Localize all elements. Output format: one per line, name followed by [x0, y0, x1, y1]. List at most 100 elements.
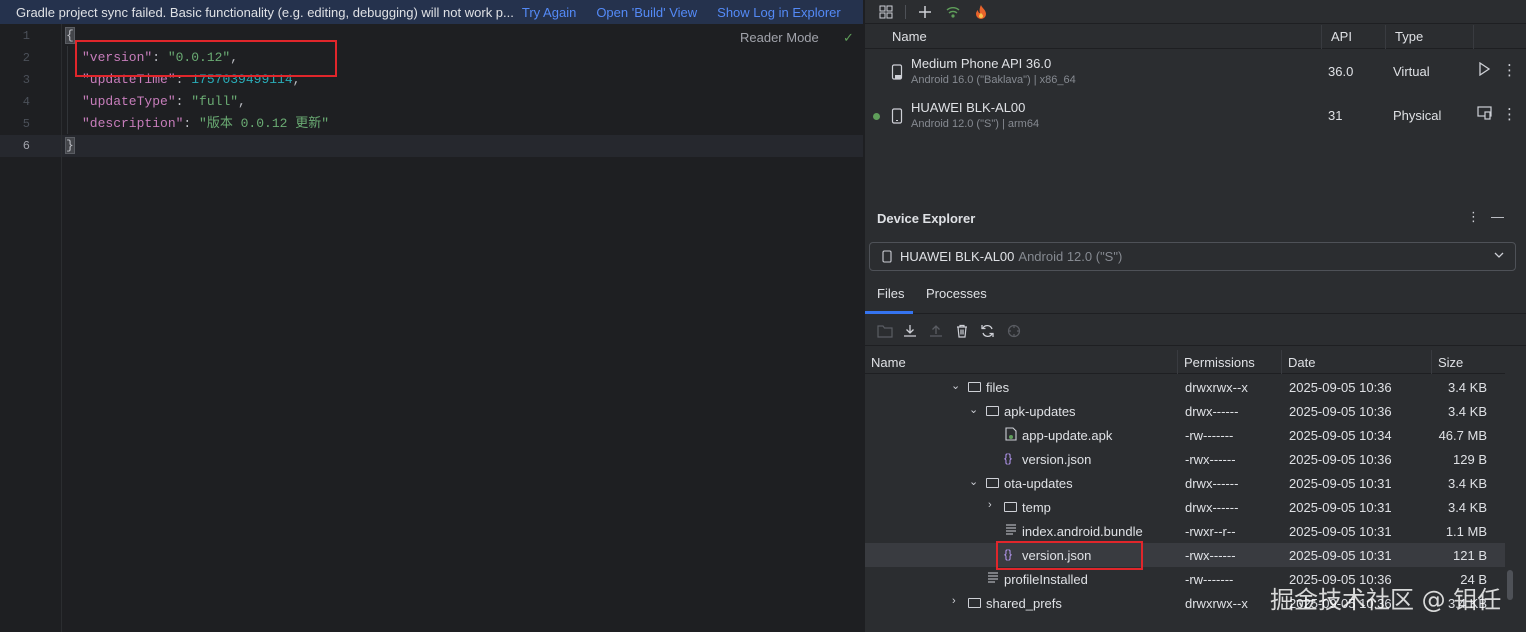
file-permissions: -rwx------: [1185, 548, 1236, 563]
tab-processes[interactable]: Processes: [926, 286, 987, 301]
col-date[interactable]: Date: [1288, 355, 1315, 370]
col-type[interactable]: Type: [1395, 29, 1423, 44]
file-name: shared_prefs: [986, 596, 1062, 611]
firebase-icon[interactable]: [972, 3, 990, 21]
device-details: Android 16.0 ("Baklava") | x86_64: [911, 74, 1076, 86]
try-again-link[interactable]: Try Again: [522, 5, 576, 20]
line-number: 4: [22, 95, 30, 109]
chevron-right-icon[interactable]: ›: [988, 499, 992, 511]
file-date: 2025-09-05 10:34: [1289, 428, 1392, 443]
col-permissions[interactable]: Permissions: [1184, 355, 1255, 370]
device-type: Virtual: [1393, 64, 1430, 79]
play-icon[interactable]: [1477, 61, 1491, 80]
folder-icon: [968, 598, 981, 608]
col-size[interactable]: Size: [1438, 355, 1463, 370]
scroll-thumb[interactable]: [1507, 570, 1513, 600]
device-explorer-title: Device Explorer: [877, 211, 976, 226]
file-date: 2025-09-05 10:31: [1289, 476, 1392, 491]
upload-icon[interactable]: [929, 324, 943, 341]
close-brace: }: [65, 137, 75, 154]
download-icon[interactable]: [903, 324, 917, 341]
tree-row-file-selected[interactable]: {} version.json -rwx------ 2025-09-05 10…: [865, 543, 1505, 567]
file-name: app-update.apk: [1022, 428, 1113, 443]
show-log-link[interactable]: Show Log in Explorer: [717, 5, 841, 20]
explorer-tabs: Files Processes: [865, 279, 1526, 314]
file-permissions: drwxrwx--x: [1185, 380, 1248, 395]
selected-device-version: Android 12.0 ("S"): [1018, 249, 1123, 264]
file-name: profileInstalled: [1004, 572, 1088, 587]
file-date: 2025-09-05 10:31: [1289, 548, 1392, 563]
locate-icon[interactable]: [1007, 324, 1021, 341]
device-row[interactable]: Medium Phone API 36.0 Android 16.0 ("Bak…: [865, 50, 1526, 94]
code-line-5: "description": "版本 0.0.12 更新": [82, 113, 329, 135]
tab-files[interactable]: Files: [877, 286, 904, 301]
open-brace: {: [65, 27, 75, 44]
more-options-icon[interactable]: ⋮: [1502, 105, 1517, 123]
json-string: "版本 0.0.12 更新": [199, 116, 330, 131]
code-line-4: "updateType": "full",: [82, 91, 246, 113]
device-table-header: Name API Type: [865, 25, 1526, 49]
line-gutter: 1 2 3 4 5 6: [0, 24, 62, 632]
json-string: "full": [191, 94, 239, 109]
file-size: 129 B: [1453, 452, 1487, 467]
chevron-down-icon[interactable]: ⌄: [969, 475, 978, 488]
device-manager-toolbar: [865, 0, 1526, 24]
file-permissions: -rwx------: [1185, 452, 1236, 467]
device-row[interactable]: HUAWEI BLK-AL00 Android 12.0 ("S") | arm…: [865, 94, 1526, 138]
mirror-device-icon[interactable]: [1477, 106, 1492, 124]
chevron-down-icon[interactable]: ⌄: [951, 379, 960, 392]
col-name[interactable]: Name: [871, 355, 906, 370]
connected-status-dot: [873, 113, 880, 120]
new-folder-icon[interactable]: [877, 324, 893, 341]
file-permissions: -rwxr--r--: [1185, 524, 1236, 539]
tree-row-file[interactable]: index.android.bundle -rwxr--r-- 2025-09-…: [865, 519, 1505, 543]
colon: :: [183, 116, 200, 131]
chevron-down-icon[interactable]: ⌄: [969, 403, 978, 416]
device-api: 36.0: [1328, 64, 1354, 79]
delete-icon[interactable]: [955, 324, 969, 341]
tree-row-file[interactable]: app-update.apk -rw------- 2025-09-05 10:…: [865, 423, 1505, 447]
device-selector[interactable]: HUAWEI BLK-AL00 Android 12.0 ("S"): [869, 242, 1516, 271]
comma: ,: [238, 94, 246, 109]
check-icon: ✓: [843, 30, 854, 45]
file-toolbar: [865, 318, 1526, 346]
line-number: 2: [22, 51, 30, 65]
indent-guide: [67, 46, 68, 134]
file-list-scrollbar[interactable]: [1507, 374, 1513, 632]
refresh-icon[interactable]: [980, 324, 995, 341]
open-build-view-link[interactable]: Open 'Build' View: [596, 5, 697, 20]
file-permissions: drwx------: [1185, 404, 1239, 419]
highlight-box-version-json: [996, 541, 1143, 570]
file-name: temp: [1022, 500, 1051, 515]
tree-row-folder[interactable]: ⌄ files drwxrwx--x 2025-09-05 10:36 3.4 …: [865, 375, 1505, 399]
file-date: 2025-09-05 10:36: [1289, 452, 1392, 467]
options-icon[interactable]: ⋮: [1467, 209, 1480, 225]
highlight-box-version: [75, 40, 337, 77]
file-name: ota-updates: [1004, 476, 1073, 491]
folder-icon: [968, 382, 981, 392]
file-size: 3.4 KB: [1447, 476, 1487, 491]
col-api[interactable]: API: [1331, 29, 1352, 44]
chevron-right-icon[interactable]: ›: [952, 595, 956, 607]
minimize-icon[interactable]: —: [1491, 209, 1504, 224]
tree-row-file[interactable]: {} version.json -rwx------ 2025-09-05 10…: [865, 447, 1505, 471]
add-icon[interactable]: [916, 3, 934, 21]
tree-row-folder[interactable]: ⌄ apk-updates drwx------ 2025-09-05 10:3…: [865, 399, 1505, 423]
file-permissions: drwx------: [1185, 476, 1239, 491]
wifi-pair-icon[interactable]: [944, 3, 962, 21]
file-permissions: -rw-------: [1185, 428, 1234, 443]
grid-icon[interactable]: [877, 3, 895, 21]
line-number: 6: [22, 139, 30, 153]
col-name[interactable]: Name: [892, 29, 927, 44]
reader-mode-button[interactable]: Reader Mode: [740, 30, 819, 45]
file-name: apk-updates: [1004, 404, 1076, 419]
tree-row-folder[interactable]: ⌄ ota-updates drwx------ 2025-09-05 10:3…: [865, 471, 1505, 495]
more-options-icon[interactable]: ⋮: [1502, 61, 1517, 79]
tree-row-folder[interactable]: › temp drwx------ 2025-09-05 10:31 3.4 K…: [865, 495, 1505, 519]
file-name: version.json: [1022, 452, 1092, 467]
file-date: 2025-09-05 10:36: [1289, 404, 1392, 419]
code-line-6: }: [65, 135, 75, 157]
phone-icon: [891, 108, 903, 127]
device-panel: Name API Type Medium Phone API 36.0 Andr…: [864, 0, 1526, 632]
code-editor[interactable]: Gradle project sync failed. Basic functi…: [0, 0, 863, 632]
